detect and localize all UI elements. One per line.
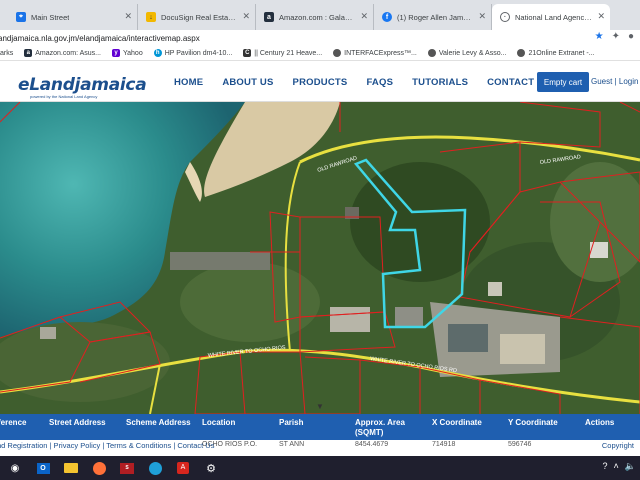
windows-icon[interactable]: ◉ (4, 458, 26, 478)
bookmark-item[interactable]: Valerie Levy & Asso... (427, 49, 506, 57)
outlook-icon[interactable]: O (32, 458, 54, 478)
facebook-icon: f (382, 12, 392, 22)
star-icon[interactable]: ★ (595, 31, 604, 42)
tab-title: (1) Roger Allen Jamaica Real (397, 12, 473, 22)
firefox-icon[interactable] (88, 458, 110, 478)
col-reference: ference (0, 418, 27, 427)
account-links: Guest | Login (591, 77, 638, 86)
copyright-text: Copyright (599, 441, 636, 450)
tab-facebook[interactable]: f (1) Roger Allen Jamaica Real ✕ (374, 4, 492, 30)
settings-icon[interactable]: ⚙ (200, 458, 222, 478)
site-footer: nd Registration | Privacy Policy | Terms… (0, 441, 640, 453)
site-header: eLandjamaica powered by the National Lan… (0, 62, 640, 102)
site-logo[interactable]: eLandjamaica (18, 75, 147, 95)
col-y-coordinate: Y Coordinate (508, 418, 558, 427)
interactive-map[interactable]: OLD RAWROAD OLD RAWROAD WHITE RIVER TO O… (0, 102, 640, 414)
tab-title: Main Street (31, 12, 70, 22)
login-link[interactable]: Login (619, 77, 639, 86)
tab-amazon[interactable]: a Amazon.com : Galaxy S20 ✕ (256, 4, 374, 30)
close-icon[interactable]: ✕ (478, 11, 486, 22)
col-approx-area: Approx. Area (SQMT) (355, 418, 405, 437)
century21-icon: C (243, 49, 252, 57)
col-x-coordinate: X Coordinate (432, 418, 482, 427)
edge-icon[interactable] (144, 458, 166, 478)
satellite-map-svg[interactable]: OLD RAWROAD OLD RAWROAD WHITE RIVER TO O… (0, 102, 640, 414)
nav-tutorials[interactable]: TUTORIALS (412, 77, 468, 88)
acrobat-icon[interactable]: A (172, 458, 194, 478)
bookmark-item[interactable]: INTERFACExpress™... (333, 49, 417, 57)
browser-tab-strip: ⌖ Main Street ✕ ↓ DocuSign Real Estate P… (0, 0, 640, 30)
taskbar: ◉ O S A ⚙ ? ˄ 🔈 (0, 456, 640, 480)
bookmarks-bar: arks a Amazon.com: Asus... y Yahoo h HP Pav… (0, 46, 640, 61)
file-explorer-icon[interactable] (60, 458, 82, 478)
map-icon: ⌖ (16, 12, 26, 22)
footer-links[interactable]: nd Registration | Privacy Policy | Terms… (0, 441, 214, 450)
col-scheme-address: Scheme Address (126, 418, 191, 427)
col-location: Location (202, 418, 236, 427)
solo-app-icon[interactable]: S (116, 458, 138, 478)
system-tray: ? ˄ 🔈 (603, 461, 637, 472)
close-icon[interactable]: ✕ (360, 11, 368, 22)
tab-docusign[interactable]: ↓ DocuSign Real Estate Pricing ✕ (138, 4, 256, 30)
address-bar[interactable]: andjamaica.nla.gov.jm/elandjamaica/inter… (0, 30, 640, 46)
chevron-up-icon[interactable]: ˄ (614, 461, 619, 472)
bookmark-item[interactable]: a Amazon.com: Asus... (24, 49, 101, 57)
globe-icon (333, 49, 342, 57)
logo-tagline: powered by the National Land Agency (30, 94, 98, 99)
collapse-panel-icon[interactable]: ▼ (316, 402, 324, 411)
tab-title: Amazon.com : Galaxy S20 (279, 12, 355, 22)
nav-home[interactable]: HOME (174, 77, 203, 88)
bookmark-item[interactable]: h HP Pavilion dm4-10... (153, 49, 232, 57)
globe-icon: · (500, 12, 510, 22)
globe-icon (517, 49, 526, 57)
tab-title: DocuSign Real Estate Pricing (161, 12, 237, 22)
separator: | (614, 77, 617, 86)
globe-icon (427, 49, 436, 57)
sound-icon[interactable]: 🔈 (625, 461, 636, 472)
nav-about-us[interactable]: ABOUT US (222, 77, 273, 88)
amazon-icon: a (264, 12, 274, 22)
close-icon[interactable]: ✕ (124, 11, 132, 22)
tab-national-land-agency[interactable]: · National Land Agency - eLan ✕ (492, 4, 610, 30)
nav-faqs[interactable]: FAQS (366, 77, 393, 88)
help-icon[interactable]: ? (603, 461, 608, 472)
url-text[interactable]: andjamaica.nla.gov.jm/elandjamaica/inter… (0, 34, 200, 43)
screen: ⌖ Main Street ✕ ↓ DocuSign Real Estate P… (0, 0, 640, 480)
address-bar-icons: ★ ✦ ● (595, 31, 634, 42)
bookmark-item[interactable]: arks (0, 50, 13, 57)
close-icon[interactable]: ✕ (597, 11, 605, 22)
nav-products[interactable]: PRODUCTS (293, 77, 348, 88)
empty-cart-button[interactable]: Empty cart (537, 72, 589, 92)
tab-main-street[interactable]: ⌖ Main Street ✕ (0, 4, 138, 30)
yahoo-icon: y (111, 49, 120, 57)
extension-puzzle-icon[interactable]: ✦ (612, 31, 620, 42)
col-street-address: Street Address (49, 418, 106, 427)
guest-link[interactable]: Guest (591, 77, 612, 86)
download-icon: ↓ (146, 12, 156, 22)
col-actions: Actions (585, 418, 615, 427)
bookmark-item[interactable]: C || Century 21 Heave... (243, 49, 322, 57)
close-icon[interactable]: ✕ (242, 11, 250, 22)
bookmark-item[interactable]: 21Online Extranet -... (517, 49, 595, 57)
col-parish: Parish (279, 418, 304, 427)
amazon-icon: a (24, 49, 33, 57)
hp-icon: h (153, 49, 162, 57)
results-table-header: ference Street Address Scheme Address Lo… (0, 414, 640, 440)
profile-icon[interactable]: ● (628, 31, 634, 42)
main-nav: HOME ABOUT US PRODUCTS FAQS TUTORIALS CO… (174, 77, 570, 88)
tab-title: National Land Agency - eLan (515, 12, 592, 22)
bookmark-item[interactable]: y Yahoo (111, 49, 143, 57)
